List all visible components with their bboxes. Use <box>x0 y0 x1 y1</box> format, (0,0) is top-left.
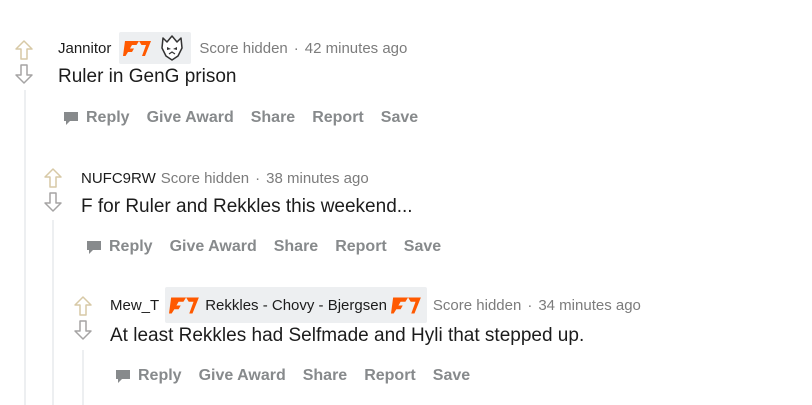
timestamp[interactable]: 34 minutes ago <box>538 297 641 314</box>
g2-logo-icon <box>161 35 184 61</box>
fnatic-logo-icon <box>390 297 421 314</box>
comment-actions: Reply Give Award Share Report Save <box>63 108 435 128</box>
speech-bubble-icon <box>87 241 101 254</box>
score-hidden: Score hidden <box>199 39 288 57</box>
comment-meta: NUFC9RW Score hidden · 38 minutes ago <box>81 168 369 188</box>
share-button[interactable]: Share <box>274 238 318 256</box>
speech-bubble-icon <box>64 112 78 125</box>
reply-label: Reply <box>138 367 182 384</box>
fnatic-logo-icon <box>123 41 152 56</box>
reply-button[interactable]: Reply <box>63 109 130 127</box>
report-button[interactable]: Report <box>364 367 416 385</box>
save-button[interactable]: Save <box>404 238 441 256</box>
timestamp[interactable]: 38 minutes ago <box>266 170 369 187</box>
comment-meta: Mew_T Rekkles - Chovy - Bjergsen Score h… <box>110 287 641 323</box>
give-award-button[interactable]: Give Award <box>147 109 234 127</box>
comment-actions: Reply Give Award Share Report Save <box>115 366 487 386</box>
report-button[interactable]: Report <box>312 109 364 127</box>
meta-separator: · <box>527 296 533 314</box>
save-button[interactable]: Save <box>433 367 470 385</box>
downvote-arrow-icon[interactable] <box>42 191 64 213</box>
upvote-arrow-icon[interactable] <box>13 39 35 61</box>
comment-actions: Reply Give Award Share Report Save <box>86 237 458 257</box>
upvote-arrow-icon[interactable] <box>72 295 94 317</box>
comment-meta: Jannitor Score hidden · 42 minutes ago <box>58 32 407 64</box>
author-name[interactable]: Mew_T <box>110 297 159 314</box>
share-button[interactable]: Share <box>303 367 347 385</box>
thread-line[interactable] <box>52 220 54 405</box>
score-hidden: Score hidden <box>160 169 250 187</box>
flair-text: Rekkles - Chovy - Bjergsen <box>205 296 387 314</box>
give-award-button[interactable]: Give Award <box>199 367 286 385</box>
author-name[interactable]: NUFC9RW <box>81 170 156 187</box>
meta-separator: · <box>255 169 261 187</box>
thread-line[interactable] <box>82 350 84 405</box>
timestamp[interactable]: 42 minutes ago <box>305 40 408 57</box>
thread-line[interactable] <box>24 90 26 405</box>
give-award-button[interactable]: Give Award <box>170 238 257 256</box>
downvote-arrow-icon[interactable] <box>13 63 35 85</box>
meta-separator: · <box>293 39 299 57</box>
save-button[interactable]: Save <box>381 109 418 127</box>
reply-button[interactable]: Reply <box>115 367 182 385</box>
report-button[interactable]: Report <box>335 238 387 256</box>
user-flair: Rekkles - Chovy - Bjergsen <box>165 287 427 323</box>
vote-controls <box>42 167 64 213</box>
downvote-arrow-icon[interactable] <box>72 319 94 341</box>
user-flair <box>119 32 192 64</box>
upvote-arrow-icon[interactable] <box>42 167 64 189</box>
reply-button[interactable]: Reply <box>86 238 153 256</box>
author-name[interactable]: Jannitor <box>58 40 111 57</box>
reply-label: Reply <box>86 109 130 126</box>
speech-bubble-icon <box>116 370 130 383</box>
reply-label: Reply <box>109 238 153 255</box>
vote-controls <box>13 39 35 85</box>
comment-body: At least Rekkles had Selfmade and Hyli t… <box>110 325 585 346</box>
vote-controls <box>72 295 94 341</box>
comment-body: Ruler in GenG prison <box>58 66 237 87</box>
fnatic-logo-icon <box>169 297 200 314</box>
comment-body: F for Ruler and Rekkles this weekend... <box>81 196 413 217</box>
share-button[interactable]: Share <box>251 109 295 127</box>
score-hidden: Score hidden <box>432 296 522 314</box>
